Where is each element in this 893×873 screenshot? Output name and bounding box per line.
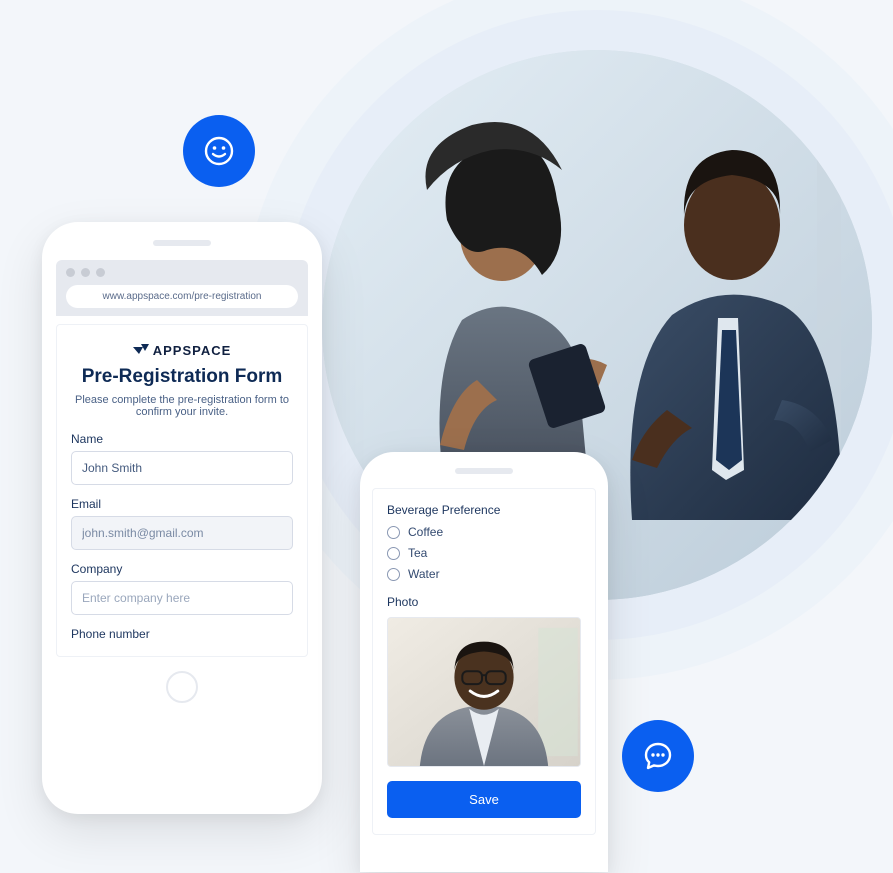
photo-preview[interactable] bbox=[387, 617, 581, 767]
smile-icon bbox=[183, 115, 255, 187]
email-field[interactable] bbox=[71, 516, 293, 550]
browser-chrome: www.appspace.com/pre-registration bbox=[56, 260, 308, 316]
phone-label: Phone number bbox=[71, 627, 293, 641]
radio-icon bbox=[387, 547, 400, 560]
radio-option-coffee[interactable]: Coffee bbox=[387, 525, 581, 539]
form-title: Pre-Registration Form bbox=[71, 366, 293, 388]
browser-traffic-lights bbox=[66, 268, 298, 277]
company-label: Company bbox=[71, 562, 293, 576]
radio-label: Water bbox=[408, 567, 440, 581]
brand-mark-icon bbox=[133, 344, 149, 358]
address-bar[interactable]: www.appspace.com/pre-registration bbox=[66, 285, 298, 308]
save-button[interactable]: Save bbox=[387, 781, 581, 818]
preferences-card: Beverage Preference Coffee Tea Water Pho… bbox=[372, 488, 596, 835]
phone-speaker bbox=[455, 468, 513, 474]
radio-option-water[interactable]: Water bbox=[387, 567, 581, 581]
brand-name: APPSPACE bbox=[153, 343, 232, 358]
form-subtitle: Please complete the pre-registration for… bbox=[71, 394, 293, 418]
radio-label: Coffee bbox=[408, 525, 443, 539]
phone-home-button[interactable] bbox=[166, 671, 198, 703]
name-field[interactable] bbox=[71, 451, 293, 485]
chat-icon[interactable] bbox=[622, 720, 694, 792]
name-label: Name bbox=[71, 432, 293, 446]
company-field[interactable] bbox=[71, 581, 293, 615]
phone-mockup-registration: www.appspace.com/pre-registration APPSPA… bbox=[42, 222, 322, 814]
brand-logo: APPSPACE bbox=[71, 343, 293, 358]
phone-speaker bbox=[153, 240, 211, 246]
photo-label: Photo bbox=[387, 595, 581, 609]
beverage-label: Beverage Preference bbox=[387, 503, 581, 517]
email-label: Email bbox=[71, 497, 293, 511]
radio-icon bbox=[387, 568, 400, 581]
radio-icon bbox=[387, 526, 400, 539]
registration-card: APPSPACE Pre-Registration Form Please co… bbox=[56, 324, 308, 657]
radio-label: Tea bbox=[408, 546, 427, 560]
phone-mockup-preferences: Beverage Preference Coffee Tea Water Pho… bbox=[360, 452, 608, 872]
radio-option-tea[interactable]: Tea bbox=[387, 546, 581, 560]
